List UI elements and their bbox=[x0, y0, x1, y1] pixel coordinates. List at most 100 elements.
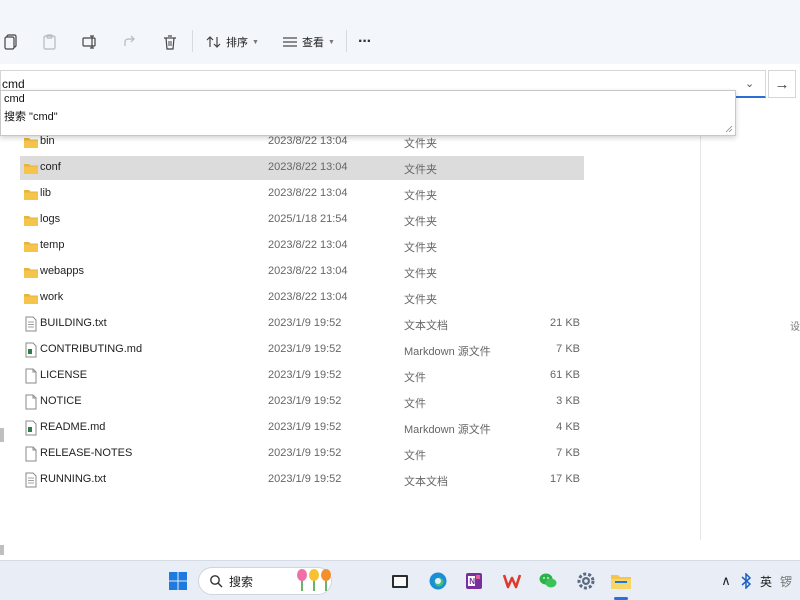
file-row[interactable]: work 2023/8/22 13:04 文件夹 bbox=[20, 286, 584, 310]
file-modified-date: 2023/1/9 19:52 bbox=[268, 343, 342, 355]
file-size: 61 KB bbox=[550, 369, 580, 381]
share-icon bbox=[122, 34, 138, 50]
file-type: 文件 bbox=[404, 398, 426, 410]
view-button[interactable]: 查看 ▼ bbox=[282, 30, 335, 54]
start-button[interactable] bbox=[166, 569, 190, 593]
paste-button[interactable] bbox=[42, 30, 58, 54]
wps-office-icon bbox=[502, 574, 522, 589]
edge-browser-icon bbox=[429, 572, 447, 590]
file-row[interactable]: conf 2023/8/22 13:04 文件夹 bbox=[20, 156, 584, 180]
file-name: lib bbox=[40, 187, 52, 199]
taskbar-app-terminal[interactable] bbox=[388, 569, 412, 593]
trash-icon bbox=[162, 34, 178, 50]
file-row[interactable]: lib 2023/8/22 13:04 文件夹 bbox=[20, 182, 584, 206]
tray-clock-partial[interactable]: 锣 bbox=[780, 573, 792, 590]
file-size: 21 KB bbox=[550, 317, 580, 329]
rename-icon bbox=[82, 34, 98, 50]
file-name: NOTICE bbox=[40, 395, 82, 407]
file-type: 文件夹 bbox=[404, 164, 437, 176]
file-size: 7 KB bbox=[556, 447, 580, 459]
sort-button[interactable]: 排序 ▼ bbox=[206, 30, 259, 54]
windows-icon bbox=[169, 572, 187, 590]
suggestion-item[interactable]: cmd bbox=[4, 93, 25, 107]
delete-button[interactable] bbox=[162, 30, 178, 54]
bluetooth-icon bbox=[741, 573, 752, 589]
app-icon bbox=[392, 575, 408, 588]
taskbar-app-edge[interactable] bbox=[426, 569, 450, 593]
suggestion-item[interactable]: 搜索 "cmd" bbox=[4, 108, 58, 123]
taskbar: 搜索 N ∧ 英 锣 bbox=[0, 560, 800, 600]
file-row[interactable]: LICENSE 2023/1/9 19:52 文件 61 KB bbox=[20, 364, 584, 388]
file-size: 3 KB bbox=[556, 395, 580, 407]
file-row[interactable]: RELEASE-NOTES 2023/1/9 19:52 文件 7 KB bbox=[20, 442, 584, 466]
file-name: BUILDING.txt bbox=[40, 317, 107, 329]
taskbar-search[interactable]: 搜索 bbox=[198, 567, 332, 595]
file-row[interactable]: temp 2023/8/22 13:04 文件夹 bbox=[20, 234, 584, 258]
file-name: temp bbox=[40, 239, 65, 251]
file-name: work bbox=[40, 291, 64, 303]
file-type: 文件夹 bbox=[404, 294, 437, 306]
file-type: 文本文档 bbox=[404, 320, 448, 332]
file-modified-date: 2023/8/22 13:04 bbox=[268, 265, 348, 277]
file-type: 文件夹 bbox=[404, 190, 437, 202]
file-modified-date: 2023/1/9 19:52 bbox=[268, 369, 342, 381]
file-modified-date: 2023/1/9 19:52 bbox=[268, 395, 342, 407]
rename-button[interactable] bbox=[82, 30, 98, 54]
file-size: 17 KB bbox=[550, 473, 580, 485]
file-row[interactable]: README.md 2023/1/9 19:52 Markdown 源文件 4 KB bbox=[20, 416, 584, 440]
share-button[interactable] bbox=[122, 30, 138, 54]
file-name: logs bbox=[40, 213, 61, 225]
pane-divider bbox=[700, 100, 701, 540]
chevron-down-icon[interactable]: ⌄ bbox=[745, 77, 754, 90]
file-row[interactable]: logs 2025/1/18 21:54 文件夹 bbox=[20, 208, 584, 232]
file-type: 文件夹 bbox=[404, 138, 437, 150]
file-row[interactable]: NOTICE 2023/1/9 19:52 文件 3 KB bbox=[20, 390, 584, 414]
file-name: RELEASE-NOTES bbox=[40, 447, 133, 459]
address-suggestions-dropdown: cmd 搜索 "cmd" bbox=[0, 90, 736, 136]
copy-button[interactable] bbox=[4, 30, 18, 54]
file-row[interactable]: webapps 2023/8/22 13:04 文件夹 bbox=[20, 260, 584, 284]
file-type: Markdown 源文件 bbox=[404, 424, 491, 436]
input-method-indicator[interactable]: 英 bbox=[760, 573, 772, 590]
file-type: Markdown 源文件 bbox=[404, 346, 491, 358]
file-row[interactable]: RUNNING.txt 2023/1/9 19:52 文本文档 17 KB bbox=[20, 468, 584, 492]
file-modified-date: 2023/1/9 19:52 bbox=[268, 447, 342, 459]
file-modified-date: 2025/1/18 21:54 bbox=[268, 213, 348, 225]
file-size: 4 KB bbox=[556, 421, 580, 433]
sort-label: 排序 bbox=[226, 37, 248, 49]
toolbar-divider bbox=[346, 30, 347, 52]
file-modified-date: 2023/1/9 19:52 bbox=[268, 473, 342, 485]
nav-pane-edge bbox=[0, 545, 4, 555]
taskbar-app-wechat[interactable] bbox=[536, 569, 560, 593]
file-modified-date: 2023/8/22 13:04 bbox=[268, 135, 348, 147]
file-type: 文件夹 bbox=[404, 242, 437, 254]
file-name: README.md bbox=[40, 421, 106, 433]
taskbar-app-settings[interactable] bbox=[574, 569, 598, 593]
nav-pane-edge bbox=[0, 428, 4, 442]
taskbar-search-label: 搜索 bbox=[229, 574, 254, 589]
tray-bluetooth[interactable] bbox=[734, 569, 758, 593]
command-toolbar: 排序 ▼ 查看 ▼ ··· bbox=[0, 0, 800, 64]
arrow-right-icon: → bbox=[774, 75, 790, 93]
go-button[interactable]: → bbox=[768, 70, 796, 98]
view-label: 查看 bbox=[302, 37, 324, 49]
chevron-down-icon: ▼ bbox=[252, 38, 259, 46]
file-modified-date: 2023/8/22 13:04 bbox=[268, 187, 348, 199]
file-modified-date: 2023/8/22 13:04 bbox=[268, 291, 348, 303]
file-modified-date: 2023/1/9 19:52 bbox=[268, 421, 342, 433]
file-name: webapps bbox=[40, 265, 85, 277]
file-name: CONTRIBUTING.md bbox=[40, 343, 143, 355]
file-modified-date: 2023/1/9 19:52 bbox=[268, 317, 342, 329]
taskbar-app-file-explorer[interactable] bbox=[609, 569, 633, 593]
file-row[interactable]: BUILDING.txt 2023/1/9 19:52 文本文档 21 KB bbox=[20, 312, 584, 336]
paste-icon bbox=[42, 34, 58, 50]
taskbar-app-wps[interactable] bbox=[500, 569, 524, 593]
more-options-button[interactable]: ··· bbox=[358, 30, 372, 54]
resize-grip-icon[interactable] bbox=[725, 125, 733, 133]
taskbar-app-onenote[interactable]: N bbox=[462, 569, 486, 593]
search-icon bbox=[210, 575, 223, 588]
details-pane-edge-text: 设 bbox=[790, 322, 800, 333]
file-row[interactable]: CONTRIBUTING.md 2023/1/9 19:52 Markdown 源文… bbox=[20, 338, 584, 362]
file-name: conf bbox=[40, 161, 61, 173]
chevron-up-icon: ∧ bbox=[721, 573, 731, 588]
